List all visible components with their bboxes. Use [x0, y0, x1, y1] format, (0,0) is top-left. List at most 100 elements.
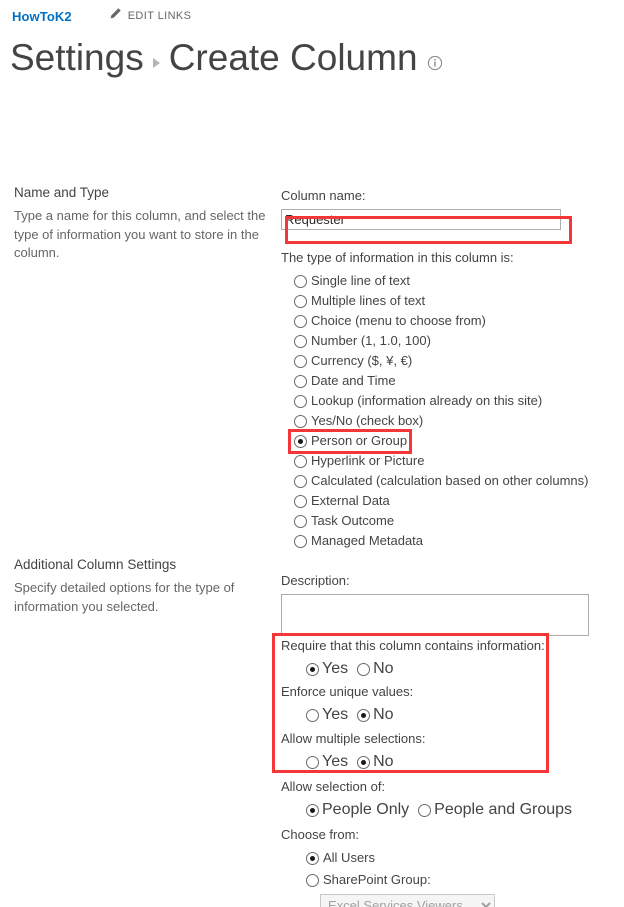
type-option-external-data[interactable]: External Data [294, 491, 616, 511]
type-group-block: The type of information in this column i… [281, 249, 616, 551]
type-radio[interactable] [294, 394, 307, 408]
type-radio[interactable] [294, 274, 307, 288]
type-option-label: Calculated (calculation based on other c… [311, 473, 589, 488]
allow-selection-block: Allow selection of: People Only People a… [281, 778, 616, 820]
all-users-radio[interactable] [306, 851, 319, 865]
require-info-no-radio[interactable] [357, 662, 371, 676]
choose-from-block: Choose from: All Users SharePoint Group:… [281, 826, 616, 907]
type-option-label: Managed Metadata [311, 533, 424, 548]
require-info-label: Require that this column contains inform… [281, 638, 545, 653]
enforce-unique-no-radio[interactable] [357, 708, 371, 722]
allow-selection-radio-group: People Only People and Groups [306, 800, 616, 820]
type-radio[interactable] [294, 454, 307, 468]
type-group-label: The type of information in this column i… [281, 250, 514, 265]
type-radio[interactable] [294, 294, 307, 308]
type-option-label: External Data [311, 493, 390, 508]
type-radio[interactable] [294, 374, 307, 388]
type-option-label: Yes/No (check box) [311, 413, 424, 428]
type-radio[interactable] [294, 534, 307, 548]
edit-links-button[interactable]: EDIT LINKS [109, 7, 192, 25]
people-and-groups-radio[interactable] [418, 803, 432, 817]
enforce-unique-radio-group: Yes No [306, 705, 616, 725]
type-radio[interactable] [294, 434, 307, 448]
require-info-yes-radio[interactable] [306, 662, 319, 676]
allow-multiple-no-label: No [373, 753, 394, 770]
people-only-label: People Only [322, 801, 410, 818]
type-option-multiple-lines-of-text[interactable]: Multiple lines of text [294, 291, 616, 311]
enforce-unique-yes-radio[interactable] [306, 708, 319, 722]
column-name-input[interactable] [281, 209, 561, 230]
type-option-task-outcome[interactable]: Task Outcome [294, 511, 616, 531]
section-heading: Additional Column Settings [14, 557, 177, 572]
require-info-block: Require that this column contains inform… [281, 637, 616, 679]
type-option-label: Lookup (information already on this site… [311, 393, 543, 408]
breadcrumb: Settings Create Column [0, 32, 624, 82]
type-radio[interactable] [294, 474, 307, 488]
type-radio[interactable] [294, 514, 307, 528]
type-option-number[interactable]: Number (1, 1.0, 100) [294, 331, 616, 351]
section-additional-column-settings: Additional Column Settings Specify detai… [14, 557, 269, 616]
site-title-link[interactable]: HowToK2 [12, 9, 72, 24]
enforce-unique-yes-label: Yes [322, 706, 349, 723]
type-option-calculated[interactable]: Calculated (calculation based on other c… [294, 471, 616, 491]
type-option-person-or-group[interactable]: Person or Group [294, 431, 616, 451]
allow-selection-label: Allow selection of: [281, 779, 386, 794]
info-icon[interactable] [427, 55, 443, 76]
type-option-lookup[interactable]: Lookup (information already on this site… [294, 391, 616, 411]
type-radio[interactable] [294, 494, 307, 508]
type-option-label: Number (1, 1.0, 100) [311, 333, 431, 348]
sharepoint-group-label: SharePoint Group: [323, 872, 431, 887]
all-users-option[interactable]: All Users [306, 848, 616, 868]
allow-multiple-block: Allow multiple selections: Yes No [281, 730, 616, 772]
type-option-label: Date and Time [311, 373, 396, 388]
column-name-label: Column name: [281, 188, 366, 203]
description-label: Description: [281, 573, 350, 588]
chevron-right-icon [152, 58, 160, 68]
require-info-yes-label: Yes [322, 660, 349, 677]
people-only-radio[interactable] [306, 803, 319, 817]
description-block: Description: [281, 572, 616, 641]
type-option-date-and-time[interactable]: Date and Time [294, 371, 616, 391]
choose-from-label: Choose from: [281, 827, 360, 842]
type-option-label: Currency ($, ¥, €) [311, 353, 413, 368]
type-option-currency[interactable]: Currency ($, ¥, €) [294, 351, 616, 371]
section-heading: Name and Type [14, 185, 110, 200]
type-option-choice[interactable]: Choice (menu to choose from) [294, 311, 616, 331]
type-option-label: Choice (menu to choose from) [311, 313, 486, 328]
allow-multiple-label: Allow multiple selections: [281, 731, 426, 746]
page-title: Create Column [168, 37, 418, 78]
allow-multiple-yes-label: Yes [322, 753, 349, 770]
edit-links-label: EDIT LINKS [127, 10, 192, 22]
type-option-label: Task Outcome [311, 513, 395, 528]
sharepoint-group-radio[interactable] [306, 873, 319, 887]
type-option-label: Hyperlink or Picture [311, 453, 425, 468]
type-option-label: Multiple lines of text [311, 293, 426, 308]
column-name-block: Column name: [281, 187, 616, 230]
type-radio[interactable] [294, 414, 307, 428]
type-option-yes-no[interactable]: Yes/No (check box) [294, 411, 616, 431]
section-name-and-type: Name and Type Type a name for this colum… [14, 185, 269, 263]
sharepoint-group-option[interactable]: SharePoint Group: [306, 870, 616, 890]
section-description: Type a name for this column, and select … [14, 208, 266, 260]
enforce-unique-no-label: No [373, 706, 394, 723]
breadcrumb-parent-settings[interactable]: Settings [10, 34, 144, 82]
sharepoint-group-select[interactable]: Excel Services Viewers [320, 894, 495, 907]
allow-multiple-radio-group: Yes No [306, 752, 616, 772]
people-and-groups-label: People and Groups [434, 801, 573, 818]
enforce-unique-label: Enforce unique values: [281, 684, 414, 699]
allow-multiple-no-radio[interactable] [357, 755, 371, 769]
type-radio[interactable] [294, 334, 307, 348]
description-textarea[interactable] [281, 594, 589, 636]
enforce-unique-block: Enforce unique values: Yes No [281, 683, 616, 725]
allow-multiple-yes-radio[interactable] [306, 755, 319, 769]
require-info-radio-group: Yes No [306, 659, 616, 679]
section-description: Specify detailed options for the type of… [14, 580, 235, 614]
type-option-label: Person or Group [311, 433, 408, 448]
require-info-no-label: No [373, 660, 394, 677]
type-radio[interactable] [294, 354, 307, 368]
type-radio[interactable] [294, 314, 307, 328]
type-option-managed-metadata[interactable]: Managed Metadata [294, 531, 616, 551]
type-option-hyperlink-or-picture[interactable]: Hyperlink or Picture [294, 451, 616, 471]
type-option-label: Single line of text [311, 273, 411, 288]
type-option-single-line-of-text[interactable]: Single line of text [294, 271, 616, 291]
